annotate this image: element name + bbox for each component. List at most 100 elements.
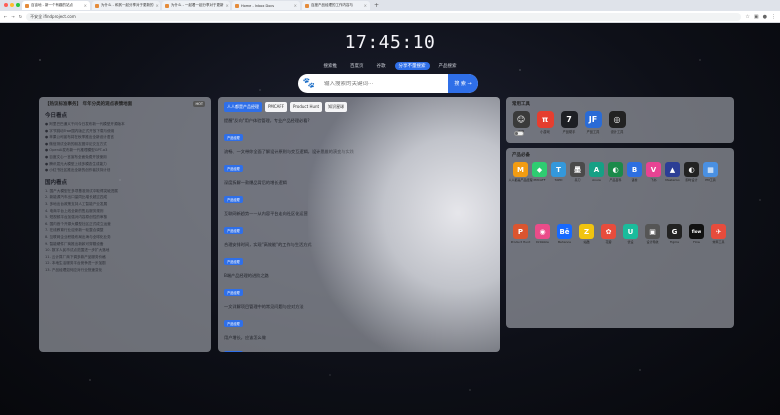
topic-item[interactable]: 11. 云计算厂商下调多款产品服务价格 [45, 254, 205, 261]
close-tab-icon[interactable]: × [294, 3, 297, 8]
app-shortcut[interactable]: flow Flow [688, 224, 705, 244]
news-title[interactable]: B端产品经理的进阶之路 [224, 273, 494, 279]
topic-item[interactable]: ● OpenAI发布新一代推理模型GPT-o3 [45, 147, 205, 154]
news-title[interactable]: 用户增长，应该怎么做 [224, 335, 494, 341]
topic-item[interactable]: ● 百度文心一言宣布全面免费开放使用 [45, 154, 205, 161]
app-shortcut[interactable]: Z 站酷 [578, 224, 595, 244]
topic-item[interactable]: 2. 新能源汽车出口量同比增长超过四成 [45, 194, 205, 201]
topic-item[interactable]: 4. 电商平台上线全新的售后服务规则 [45, 208, 205, 215]
section-title: 国内看点 [45, 179, 68, 186]
app-shortcut[interactable]: P Product Hunt [511, 224, 530, 244]
news-title[interactable]: 提醒"反向"用户体验管理，专业产品经理必看? [224, 118, 494, 124]
app-shortcut[interactable]: T TAPD [550, 162, 567, 182]
app-shortcut[interactable]: M 人人都是产品经理 [509, 162, 533, 182]
topic-item[interactable]: ● 阿里巴巴通义千问今日发布新一代模型开源版本 [45, 121, 205, 128]
search-input[interactable] [324, 80, 448, 87]
app-shortcut[interactable]: ▲ MasterGo [664, 162, 681, 182]
tool-shortcut[interactable]: 7 产品助手 [560, 111, 578, 134]
app-shortcut[interactable]: ◆ PMCAFF [531, 162, 548, 182]
topic-item[interactable]: 12. 本地生活服务平台竞争进一步加剧 [45, 260, 205, 267]
news-item[interactable]: 提醒"反向"用户体验管理，专业产品经理必看? 产品经理 [224, 118, 494, 143]
app-shortcut[interactable]: ▣ 设计导航 [644, 224, 661, 244]
profile-avatar[interactable]: ● [763, 14, 767, 20]
news-source-tab[interactable]: PMCAFF [265, 102, 287, 112]
favicon-icon [25, 3, 29, 8]
news-item[interactable]: 用户增长，应该怎么做产品经理 [224, 335, 494, 352]
tools-toggle-switch[interactable] [514, 131, 524, 136]
search-engine-tab[interactable]: 分享不量搜索 [394, 62, 430, 70]
app-shortcut[interactable]: Bē Behance [556, 224, 573, 244]
news-title[interactable]: 合理安排时间，实现"高效能"的工作与生活方式 [224, 242, 494, 248]
forward-icon[interactable]: → [11, 14, 14, 19]
back-icon[interactable]: ← [4, 14, 7, 19]
app-shortcut[interactable]: 墨墨刀 [569, 162, 586, 182]
news-item[interactable]: B端产品经理的进阶之路 产品经理 [224, 273, 494, 298]
search-button[interactable]: 搜 索 → [448, 74, 478, 93]
close-tab-icon[interactable]: × [364, 3, 367, 8]
topic-item[interactable]: 1. 国产大模型在多项基准测试中取得突破进展 [45, 188, 205, 195]
app-shortcut[interactable]: ✿ 花瓣 [600, 224, 617, 244]
url-field[interactable]: 不安全 ifindproject.com [26, 12, 742, 21]
search-engine-tab[interactable]: 谷歌 [373, 62, 390, 70]
reload-icon[interactable]: ↻ [19, 14, 22, 19]
search-engine-tab[interactable]: 百度页 [346, 62, 368, 70]
close-tab-icon[interactable]: × [84, 3, 87, 8]
news-item[interactable]: 互联网新趋势——从内容平台走向社区化运营 产品经理 [224, 211, 494, 236]
topic-item[interactable]: ● 腾讯混元大模型上线多模态生成能力 [45, 161, 205, 168]
tool-shortcut[interactable]: JF 产品工具 [584, 111, 602, 134]
app-shortcut[interactable]: U 优设 [622, 224, 639, 244]
news-title[interactable]: 一文详解项目管理中的常见问题与应对方法 [224, 304, 494, 310]
app-shortcut[interactable]: A Axure [588, 162, 605, 182]
topic-item[interactable]: ● 字节跳动Trae国内版正式开放下载与使用 [45, 128, 205, 135]
new-tab-button[interactable]: + [374, 2, 379, 9]
minimize-window-dot[interactable] [10, 3, 14, 7]
app-shortcut[interactable]: ◐ 即时设计 [683, 162, 700, 182]
news-item[interactable]: 深度拆解一款爆品背后的增长逻辑 产品经理 [224, 180, 494, 205]
news-title[interactable]: 互联网新趋势——从内容平台走向社区化运营 [224, 211, 494, 217]
close-window-dot[interactable] [4, 3, 8, 7]
browser-tab[interactable]: Home - Inbox Docs × [232, 1, 300, 10]
news-source-tab[interactable]: Product Hunt [290, 102, 323, 112]
close-tab-icon[interactable]: × [156, 3, 159, 8]
app-shortcut[interactable]: ▦ PM工具 [702, 162, 719, 182]
app-shortcut[interactable]: G Figma [666, 224, 683, 244]
topic-item[interactable]: 10. 数字人民币试点范围进一步扩大落地 [45, 247, 205, 254]
extensions-icon[interactable]: ▣ [754, 14, 759, 20]
search-engine-tab[interactable]: 产品搜索 [435, 62, 461, 70]
topic-item[interactable]: ● 小红书社区推出全新的创作者扶持计划 [45, 167, 205, 174]
app-shortcut[interactable]: B 语雀 [626, 162, 643, 182]
topic-item[interactable]: ● 苹果公司宣布将在秋季推出全新设计语言 [45, 134, 205, 141]
menu-icon[interactable]: ⋮ [771, 14, 776, 20]
topic-item[interactable]: 13. 产品经理如何应对行业快速变化 [45, 267, 205, 274]
topic-item[interactable]: 6. 国内首个开源大模型社区正式成立运营 [45, 221, 205, 228]
topic-item[interactable]: 3. 多地出台政策支持人工智能产业发展 [45, 201, 205, 208]
tool-shortcut[interactable]: ◎ 设计工具 [608, 111, 626, 134]
app-shortcut[interactable]: ◉ Dribbble [534, 224, 551, 244]
news-title[interactable]: 深度拆解一款爆品背后的增长逻辑 [224, 180, 494, 186]
topic-item[interactable]: ● 微信测试全新的朋友圈评论交互方式 [45, 141, 205, 148]
news-item[interactable]: 流畅、一文带你全面了解设计原则与交互逻辑，设计思维的演变与实践 产品经理 [224, 149, 494, 174]
topic-item[interactable]: 7. 在线教育行业迎来新一轮整合调整 [45, 227, 205, 234]
bookmark-star-icon[interactable]: ☆ [745, 14, 749, 20]
topic-item[interactable]: 8. 互联网企业积极布局出海与全球化业务 [45, 234, 205, 241]
news-title[interactable]: 流畅、一文带你全面了解设计原则与交互逻辑，设计思维的演变与实践 [224, 149, 494, 155]
browser-tab[interactable]: 为什么 - 一起看一起分享对于更新 × [162, 1, 230, 10]
topic-item[interactable]: 5. 短视频平台加强对内容原创性的审核 [45, 214, 205, 221]
browser-tab[interactable]: 百亩地 - 新一个有趣的站点 × [22, 1, 90, 10]
topic-item[interactable]: 9. 智能硬件厂商推出新款可穿戴设备 [45, 241, 205, 248]
app-shortcut[interactable]: ✈ 效率工具 [710, 224, 727, 244]
news-source-tab[interactable]: 知识星球 [325, 102, 348, 112]
browser-tab[interactable]: 百度产品经理的工作内容与 × [302, 1, 370, 10]
news-source-tab[interactable]: 人人都是产品经理 [224, 102, 262, 112]
close-tab-icon[interactable]: × [226, 3, 229, 8]
browser-tab[interactable]: 为什么 - 和其一起分享对于更新的 × [92, 1, 160, 10]
maximize-window-dot[interactable] [16, 3, 20, 7]
tool-shortcut[interactable]: π 小游戏 [536, 111, 554, 134]
search-engine-tab[interactable]: 搜索推 [320, 62, 342, 70]
news-item[interactable]: 合理安排时间，实现"高效能"的工作与生活方式 产品经理 [224, 242, 494, 267]
app-shortcut[interactable]: ◐ 产品百科 [607, 162, 624, 182]
news-item[interactable]: 一文详解项目管理中的常见问题与应对方法 产品经理 [224, 304, 494, 329]
window-controls[interactable] [4, 3, 20, 7]
favicon-icon [165, 3, 169, 8]
app-shortcut[interactable]: V 飞书 [645, 162, 662, 182]
